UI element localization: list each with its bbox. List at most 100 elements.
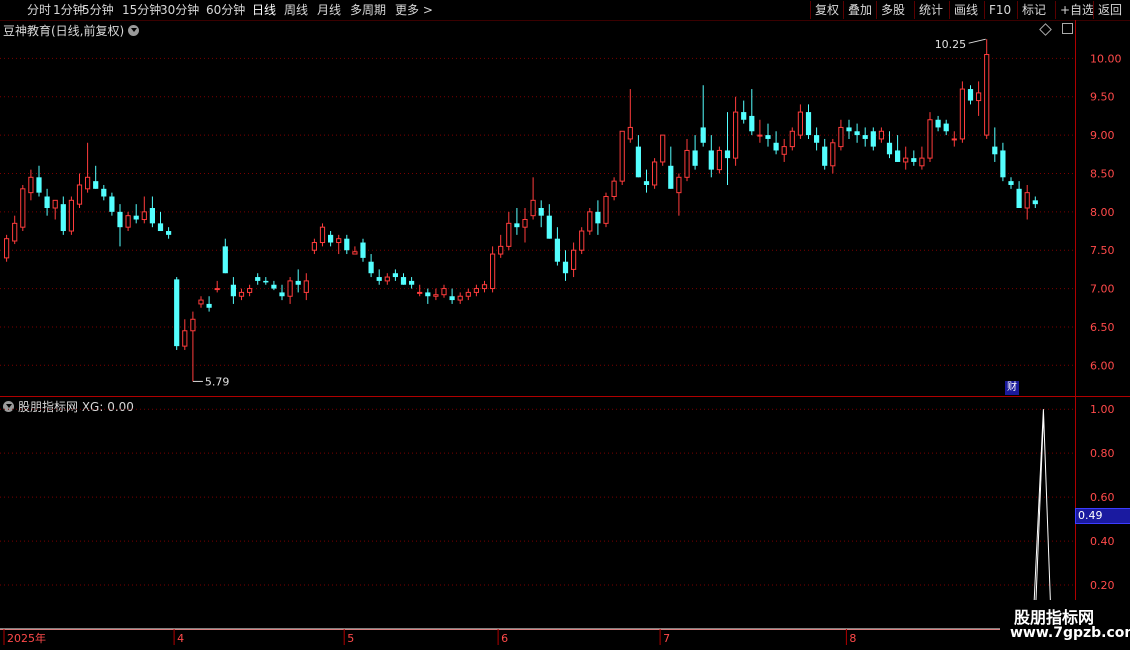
candle-body	[93, 181, 99, 189]
xg-signal-line	[1034, 417, 1044, 630]
candle-body	[328, 234, 334, 243]
candle-body	[903, 157, 909, 163]
candle-body	[133, 215, 139, 220]
candle-body	[344, 238, 350, 251]
panel-icons	[1039, 23, 1073, 37]
candle-body	[198, 299, 204, 305]
candle-body	[635, 146, 641, 178]
toolbar-button-1[interactable]: 叠加	[843, 1, 876, 19]
main-chart-title: 豆神教育(日线,前复权)	[3, 22, 140, 39]
candle-body	[1032, 200, 1038, 205]
candle-body	[530, 199, 536, 217]
period-tab-10[interactable]: 更多 >	[395, 2, 433, 18]
candle-body	[125, 215, 131, 228]
candle-body	[1016, 188, 1022, 208]
candle-body	[279, 292, 285, 297]
candle-body	[28, 176, 34, 194]
diamond-icon[interactable]	[1039, 23, 1052, 36]
candle-body	[400, 277, 407, 285]
date-label: 5	[347, 632, 354, 645]
xg-signal-line	[0, 409, 1075, 630]
candle-body	[951, 138, 957, 141]
candle-body	[287, 280, 293, 297]
candle-body	[708, 150, 714, 170]
candle-body	[976, 92, 982, 102]
candle-body	[992, 146, 998, 155]
indicator-current-value: 0.49	[1075, 508, 1130, 524]
candle-body	[700, 127, 706, 143]
period-tab-5[interactable]: 60分钟	[206, 2, 245, 18]
period-tab-8[interactable]: 月线	[317, 2, 341, 18]
candle-body	[417, 291, 423, 294]
toolbar-button-8[interactable]: 返回	[1093, 1, 1126, 19]
price-axis	[1075, 20, 1130, 396]
period-tab-7[interactable]: 周线	[284, 2, 308, 18]
candle-body	[230, 284, 236, 297]
toolbar-button-6[interactable]: 标记	[1017, 1, 1050, 19]
period-tab-4[interactable]: 30分钟	[160, 2, 199, 18]
period-tab-2[interactable]: 5分钟	[82, 2, 114, 18]
toolbar-button-7[interactable]: +自选	[1055, 1, 1098, 19]
period-tab-3[interactable]: 15分钟	[122, 2, 161, 18]
date-label: 2025年	[7, 631, 46, 645]
candle-body	[174, 279, 180, 347]
period-tab-0[interactable]: 分时	[27, 2, 51, 18]
candle-body	[247, 288, 253, 293]
candle-body	[652, 161, 658, 186]
period-tab-6[interactable]: 日线	[252, 2, 276, 18]
toolbar-button-2[interactable]: 多股	[876, 1, 909, 19]
candle-body	[846, 127, 852, 132]
candle-body	[4, 238, 10, 259]
candle-body	[660, 134, 666, 163]
candle-body	[870, 131, 876, 147]
candle-body	[20, 188, 26, 228]
candle-body	[44, 196, 50, 208]
candle-body	[506, 222, 512, 247]
toolbar-button-3[interactable]: 统计	[914, 1, 947, 19]
toolbar-button-0[interactable]: 复权	[810, 1, 843, 19]
toolbar-button-5[interactable]: F10	[984, 1, 1015, 19]
candle-body	[368, 261, 374, 274]
candle-body	[619, 130, 625, 182]
candle-body	[311, 242, 317, 251]
period-tab-1[interactable]: 1分钟	[53, 2, 85, 18]
indicator-value-text: 0.49	[1078, 509, 1103, 522]
kline-chart[interactable]: 10.009.509.008.508.007.507.006.506.001.0…	[0, 0, 1130, 650]
candle-body	[449, 296, 455, 301]
date-label: 8	[849, 632, 856, 645]
window-icon[interactable]	[1061, 23, 1073, 34]
high-price-label: 10.25	[935, 38, 967, 51]
finance-badge[interactable]: 财	[1005, 381, 1019, 395]
candle-body	[862, 135, 868, 139]
candle-body	[514, 223, 520, 228]
candle-body	[433, 294, 439, 297]
finance-badge-text: 财	[1007, 382, 1017, 393]
candle-body	[822, 146, 828, 166]
candle-body	[749, 115, 755, 132]
watermark-line2: www.7gpzb.com	[1010, 625, 1130, 641]
candle-body	[149, 208, 155, 224]
candle-body	[595, 211, 601, 224]
candle-body	[425, 292, 431, 297]
dropdown-circle-icon[interactable]	[128, 25, 140, 36]
candle-body	[878, 130, 884, 140]
candle-body	[797, 111, 803, 136]
period-tab-9[interactable]: 多周期	[350, 2, 386, 18]
toolbar-button-4[interactable]: 画线	[949, 1, 982, 19]
candle-body	[360, 242, 366, 258]
stock-title: 豆神教育(日线,前复权)	[3, 24, 125, 38]
candle-body	[789, 130, 795, 148]
candle-body	[741, 112, 747, 120]
candle-body	[457, 295, 463, 301]
candle-body	[481, 284, 488, 290]
candle-body	[1000, 150, 1006, 178]
candle-body	[303, 280, 309, 293]
candle-body	[554, 238, 560, 262]
dropdown-circle-icon[interactable]	[3, 401, 14, 412]
candle-body	[101, 188, 107, 197]
candle-body	[255, 277, 261, 281]
date-label: 7	[663, 632, 670, 645]
candle-body	[854, 131, 860, 136]
candle-body	[546, 215, 552, 239]
candle-body	[967, 89, 974, 101]
